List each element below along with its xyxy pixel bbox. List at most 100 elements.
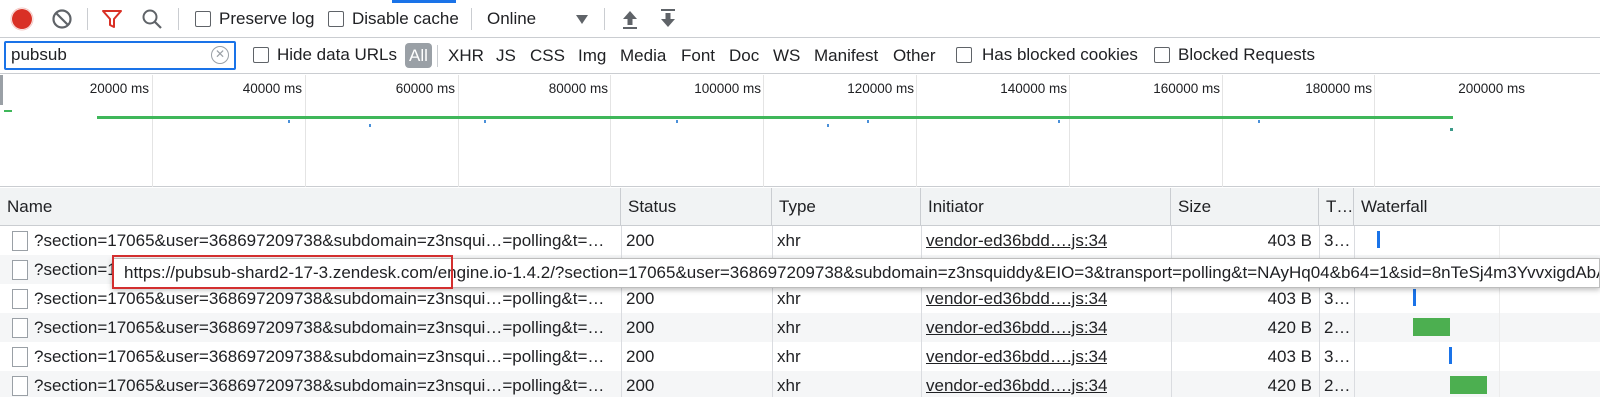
request-type: xhr <box>777 231 801 250</box>
toolbar-divider <box>471 8 472 30</box>
table-row[interactable]: ?section=17065&user=368697209738&subdoma… <box>0 371 1600 397</box>
overview-tick-label: 100000 ms <box>694 81 761 96</box>
throttle-select[interactable]: Online <box>485 6 591 32</box>
column-divider[interactable] <box>1319 226 1320 397</box>
disable-cache-label: Disable cache <box>352 9 459 28</box>
request-initiator[interactable]: vendor-ed36bdd….js:34 <box>926 342 1107 371</box>
disable-cache-checkbox[interactable] <box>328 11 344 27</box>
blocked-requests-checkbox[interactable] <box>1154 47 1170 63</box>
filter-divider <box>437 45 438 67</box>
overview-mark <box>1450 128 1453 131</box>
overview-mark <box>1258 120 1260 123</box>
clear-filter-icon[interactable]: ✕ <box>211 46 229 64</box>
column-header-status[interactable]: Status <box>621 188 772 226</box>
table-row[interactable]: ?section=17065&user=368697209738&subdoma… <box>0 313 1600 342</box>
overview-gridline <box>1069 75 1070 187</box>
has-blocked-cookies-label: Has blocked cookies <box>982 45 1138 64</box>
overview-tick-label: 80000 ms <box>548 81 608 96</box>
filter-icon[interactable] <box>99 6 125 32</box>
request-size: 420 B <box>1267 376 1312 395</box>
request-initiator[interactable]: vendor-ed36bdd….js:34 <box>926 226 1107 255</box>
request-status: 200 <box>626 231 655 250</box>
request-type: xhr <box>777 376 801 395</box>
overview-timeline[interactable]: 20000 ms 40000 ms 60000 ms 80000 ms 1000… <box>0 75 1600 187</box>
request-size: 403 B <box>1267 289 1312 308</box>
overview-tick-label: 180000 ms <box>1305 81 1372 96</box>
column-header-size[interactable]: Size <box>1171 188 1319 226</box>
has-blocked-cookies-checkbox[interactable] <box>956 47 972 63</box>
type-filter-css[interactable]: CSS <box>530 46 565 66</box>
overview-gridline <box>1374 75 1375 187</box>
waterfall-bar <box>1449 347 1452 364</box>
chevron-down-icon <box>576 15 588 24</box>
table-row[interactable]: ?section=17065&user=368697209738&subdoma… <box>0 342 1600 371</box>
toolbar-divider <box>604 8 605 30</box>
type-filter-img[interactable]: Img <box>578 46 606 66</box>
column-header-initiator[interactable]: Initiator <box>921 188 1171 226</box>
upload-icon[interactable] <box>617 6 643 32</box>
request-size: 420 B <box>1267 318 1312 337</box>
file-icon <box>12 231 28 251</box>
highlight-box <box>112 255 453 289</box>
record-icon[interactable] <box>9 6 35 32</box>
type-filter-xhr[interactable]: XHR <box>448 46 484 66</box>
request-status: 200 <box>626 347 655 366</box>
search-icon[interactable] <box>139 6 165 32</box>
column-divider[interactable] <box>1354 226 1355 397</box>
request-time: 3… <box>1324 231 1351 250</box>
request-initiator[interactable]: vendor-ed36bdd….js:34 <box>926 284 1107 313</box>
overview-tick-label: 200000 ms <box>1458 81 1525 96</box>
hide-data-urls-checkbox[interactable] <box>253 47 269 63</box>
request-type: xhr <box>777 289 801 308</box>
column-header-type[interactable]: Type <box>772 188 921 226</box>
request-time: 2… <box>1324 376 1351 395</box>
table-header: Name Status Type Initiator Size T… Water… <box>0 188 1600 226</box>
file-icon <box>12 289 28 309</box>
column-divider[interactable] <box>772 226 773 397</box>
column-divider[interactable] <box>621 226 622 397</box>
table-row[interactable]: ?section=17065&user=368697209738&subdoma… <box>0 226 1600 255</box>
request-type: xhr <box>777 347 801 366</box>
filter-field[interactable]: ✕ <box>4 41 236 70</box>
overview-mark <box>867 120 869 123</box>
throttle-value: Online <box>487 9 537 28</box>
type-filter-ws[interactable]: WS <box>773 46 800 66</box>
overview-tick-label: 60000 ms <box>395 81 455 96</box>
overview-tick-label: 20000 ms <box>89 81 149 96</box>
type-filter-all[interactable]: All <box>405 43 432 68</box>
overview-mark <box>369 124 371 127</box>
overview-tick-label: 140000 ms <box>1000 81 1067 96</box>
overview-handle[interactable] <box>0 75 3 105</box>
column-header-waterfall[interactable]: Waterfall <box>1354 188 1600 226</box>
request-name: ?section=17065&user=368697209738&subdoma… <box>34 318 605 337</box>
type-filter-js[interactable]: JS <box>496 46 516 66</box>
hide-data-urls-label: Hide data URLs <box>277 45 398 64</box>
preserve-log-checkbox[interactable] <box>195 11 211 27</box>
request-initiator[interactable]: vendor-ed36bdd….js:34 <box>926 371 1107 397</box>
filter-input[interactable] <box>6 43 201 67</box>
column-divider[interactable] <box>921 226 922 397</box>
waterfall-bar <box>1450 376 1487 394</box>
request-time: 3… <box>1324 347 1351 366</box>
overview-mark <box>827 124 829 127</box>
overview-tick-label: 160000 ms <box>1153 81 1220 96</box>
type-filter-manifest[interactable]: Manifest <box>814 46 878 66</box>
waterfall-bar <box>1377 231 1380 248</box>
overview-mark <box>484 120 486 123</box>
column-header-time[interactable]: T… <box>1319 188 1354 226</box>
overview-gridline <box>763 75 764 187</box>
type-filter-media[interactable]: Media <box>620 46 666 66</box>
type-filter-doc[interactable]: Doc <box>729 46 759 66</box>
request-time: 2… <box>1324 318 1351 337</box>
type-filter-other[interactable]: Other <box>893 46 936 66</box>
toolbar-divider <box>87 8 88 30</box>
request-initiator[interactable]: vendor-ed36bdd….js:34 <box>926 313 1107 342</box>
type-filter-font[interactable]: Font <box>681 46 715 66</box>
column-divider[interactable] <box>1171 226 1172 397</box>
request-status: 200 <box>626 318 655 337</box>
request-type: xhr <box>777 318 801 337</box>
overview-gridline <box>1222 75 1223 187</box>
download-icon[interactable] <box>655 6 681 32</box>
column-header-name[interactable]: Name <box>0 188 621 226</box>
clear-icon[interactable] <box>49 6 75 32</box>
